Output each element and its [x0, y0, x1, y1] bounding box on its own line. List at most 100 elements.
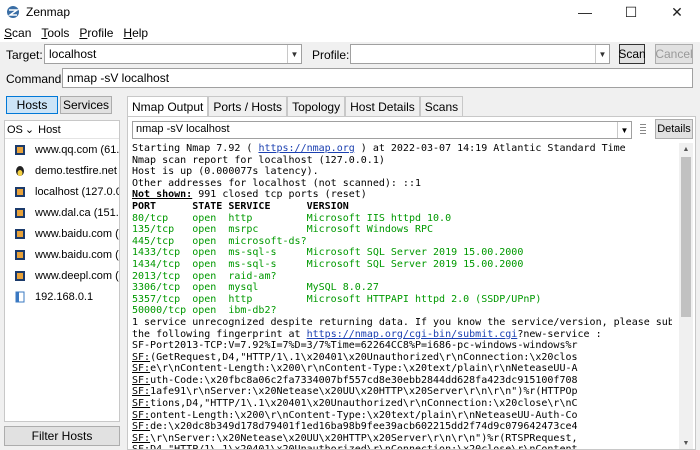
output-line: SF:ontent-Length:\x200\r\nContent-Type:\…: [132, 409, 578, 421]
host-list-header[interactable]: OS ⌄ Host: [5, 121, 119, 139]
output-line: the following fingerprint at https://nma…: [132, 328, 602, 340]
windows-os-icon: [15, 144, 25, 156]
scrollbar-thumb[interactable]: [681, 157, 691, 317]
output-line: 2013/tcp open raid-am?: [132, 270, 277, 282]
output-line: SF:e\r\nContent-Length:\x200\r\nContent-…: [132, 363, 578, 375]
output-line: Nmap scan report for localhost (127.0.0.…: [132, 154, 385, 166]
os-column-header[interactable]: OS: [7, 124, 23, 136]
scan-button[interactable]: Scan: [618, 44, 646, 64]
host-row[interactable]: www.baidu.com (14: [5, 244, 119, 265]
windows-os-icon: [15, 270, 25, 282]
target-value: localhost: [49, 47, 97, 61]
grip-icon: [640, 124, 646, 134]
host-column-header[interactable]: Host: [38, 124, 61, 136]
sort-icon: ⌄: [24, 124, 35, 136]
output-scan-select[interactable]: nmap -sV localhost ▼: [132, 121, 632, 139]
hosts-panel: Hosts Services OS ⌄ Host www.qq.com (61.…: [4, 94, 120, 450]
output-line: 445/tcp open microsoft-ds?: [132, 235, 307, 247]
scroll-down-icon[interactable]: ▼: [679, 437, 693, 449]
chevron-down-icon[interactable]: ▼: [287, 45, 301, 63]
windows-os-icon: [15, 249, 25, 261]
close-button[interactable]: ✕: [654, 0, 700, 24]
output-line: SF:uth-Code:\x20fbc8a06c2fa7334007bf557c…: [132, 374, 578, 386]
unknown-os-icon: [15, 291, 25, 303]
output-line: 1 service unrecognized despite returning…: [132, 316, 672, 328]
host-row[interactable]: www.qq.com (61.24: [5, 139, 119, 160]
output-line: 3306/tcp open mysql MySQL 8.0.27: [132, 282, 379, 294]
host-name: demo.testfire.net (6: [35, 164, 119, 177]
zenmap-app-icon: [7, 6, 20, 18]
windows-os-icon: [15, 228, 25, 240]
title-bar: Zenmap — ☐ ✕: [0, 0, 700, 24]
output-line: 80/tcp open http Microsoft IIS httpd 10.…: [132, 212, 452, 224]
filter-hosts-button[interactable]: Filter Hosts: [4, 426, 120, 446]
chevron-down-icon[interactable]: ▼: [617, 122, 631, 138]
command-label: Command:: [6, 72, 65, 86]
maximize-button[interactable]: ☐: [608, 0, 654, 24]
tab-scans[interactable]: Scans: [419, 96, 464, 116]
windows-os-icon: [15, 207, 25, 219]
cancel-button[interactable]: Cancel: [655, 44, 693, 64]
menu-profile[interactable]: Profile: [79, 26, 113, 40]
target-label: Target:: [6, 48, 43, 62]
output-panel: Nmap Output Ports / Hosts Topology Host …: [127, 96, 696, 450]
chevron-down-icon[interactable]: ▼: [595, 45, 609, 63]
command-input[interactable]: nmap -sV localhost: [62, 68, 693, 88]
output-line: SF:(GetRequest,D4,"HTTP/1\.1\x20401\x20U…: [132, 351, 578, 363]
output-line: Not shown: 991 closed tcp ports (reset): [132, 189, 367, 201]
menu-scan[interactable]: Scan: [4, 26, 31, 40]
tab-topology[interactable]: Topology: [287, 96, 346, 116]
output-scan-value: nmap -sV localhost: [136, 123, 230, 135]
output-line: SF-Port2013-TCP:V=7.92%I=7%D=3/7%Time=62…: [132, 340, 578, 352]
profile-combo[interactable]: ▼: [350, 44, 610, 64]
linux-os-icon: [15, 165, 25, 177]
target-combo[interactable]: localhost ▼: [44, 44, 302, 64]
output-line: SF:\r\nServer:\x20Netease\x20UU\x20HTTP\…: [132, 432, 578, 444]
tab-services[interactable]: Services: [60, 96, 112, 114]
output-scrollbar[interactable]: ▲ ▼: [679, 143, 693, 449]
windows-os-icon: [15, 186, 25, 198]
scroll-up-icon[interactable]: ▲: [679, 143, 693, 155]
tab-host-details[interactable]: Host Details: [345, 96, 420, 116]
output-line: Other addresses for localhost (not scann…: [132, 177, 421, 189]
output-line: Starting Nmap 7.92 ( https://nmap.org ) …: [132, 143, 626, 154]
host-name: 192.168.0.1: [35, 290, 94, 303]
host-row[interactable]: www.baidu.com (14: [5, 223, 119, 244]
window-title: Zenmap: [26, 5, 71, 19]
details-button[interactable]: Details: [655, 119, 693, 139]
host-row[interactable]: www.deepl.com (17: [5, 265, 119, 286]
host-name: www.deepl.com (17: [35, 269, 119, 282]
host-name: www.qq.com (61.24: [35, 143, 119, 156]
minimize-button[interactable]: —: [562, 0, 608, 24]
output-line: SF:de:\x20dc8b349d178d79401f1ed16ba98b9f…: [132, 421, 578, 433]
host-row[interactable]: localhost (127.0.0.1: [5, 181, 119, 202]
host-row[interactable]: 192.168.0.1: [5, 286, 119, 307]
tab-hosts[interactable]: Hosts: [6, 96, 58, 114]
output-line: 1434/tcp open ms-sql-s Microsoft SQL Ser…: [132, 258, 524, 270]
output-area: nmap -sV localhost ▼ Details Starting Nm…: [127, 116, 696, 450]
host-list: OS ⌄ Host www.qq.com (61.24 demo.testfire…: [4, 120, 120, 422]
host-name: localhost (127.0.0.1: [35, 185, 119, 198]
output-line: PORT STATE SERVICE VERSION: [132, 200, 349, 212]
host-row[interactable]: www.dal.ca (151.10: [5, 202, 119, 223]
output-line: 50000/tcp open ibm-db2?: [132, 305, 277, 317]
host-row[interactable]: demo.testfire.net (6: [5, 160, 119, 181]
output-line: SF:D4,"HTTP/1\.1\x20401\x20Unauthorized\…: [132, 444, 672, 449]
output-line: 1433/tcp open ms-sql-s Microsoft SQL Ser…: [132, 247, 524, 259]
output-line: SF:tions,D4,"HTTP/1\.1\x20401\x20Unautho…: [132, 398, 578, 410]
command-value: nmap -sV localhost: [67, 71, 170, 85]
host-name: www.dal.ca (151.10: [35, 206, 119, 219]
tab-nmap-output[interactable]: Nmap Output: [127, 96, 209, 116]
output-line: 5357/tcp open http Microsoft HTTPAPI htt…: [132, 293, 542, 305]
menu-help[interactable]: Help: [123, 26, 148, 40]
output-line: 135/tcp open msrpc Microsoft Windows RPC: [132, 224, 434, 236]
host-name: www.baidu.com (14: [35, 227, 119, 240]
tab-ports-hosts[interactable]: Ports / Hosts: [208, 96, 288, 116]
menu-tools[interactable]: Tools: [41, 26, 69, 40]
host-name: www.baidu.com (14: [35, 248, 119, 261]
output-line: Host is up (0.000077s latency).: [132, 166, 319, 178]
menu-bar: Scan Tools Profile Help: [0, 24, 700, 42]
output-line: SF:1afe91\r\nServer:\x20Netease\x20UU\x2…: [132, 386, 578, 398]
profile-label: Profile:: [312, 48, 350, 62]
nmap-output-text: Starting Nmap 7.92 ( https://nmap.org ) …: [132, 143, 672, 449]
